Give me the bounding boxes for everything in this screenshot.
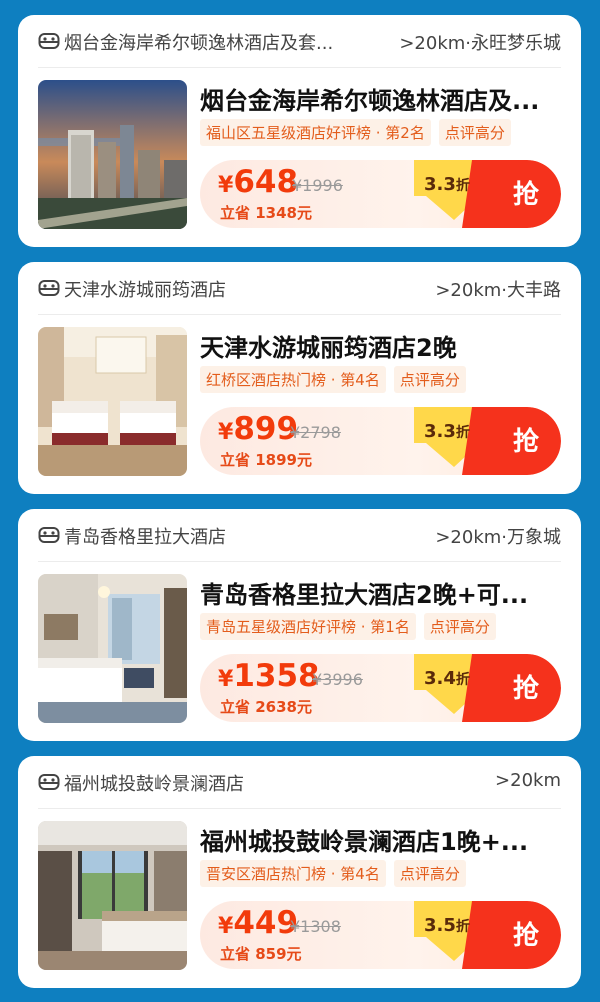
discount-grab-area[interactable]: 3.5折 抢 xyxy=(414,901,561,969)
review-tag: 点评高分 xyxy=(393,366,466,393)
hotel-title[interactable]: 青岛香格里拉大酒店2晚+可... xyxy=(200,575,562,610)
discount-grab-area[interactable]: 3.4折 抢 xyxy=(414,654,561,722)
hotel-card[interactable]: 天津水游城丽筠酒店 >20km·大丰路 天津水游城丽筠酒店2晚 红桥区酒店热门榜… xyxy=(18,262,581,494)
card-header[interactable]: 烟台金海岸希尔顿逸林酒店及套... >20km·永旺梦乐城 xyxy=(38,15,561,67)
grab-button[interactable]: 抢 xyxy=(513,668,539,705)
savings-text: 立省 859元 xyxy=(220,945,302,963)
card-header[interactable]: 青岛香格里拉大酒店 >20km·万象城 xyxy=(38,509,561,561)
review-tag: 点评高分 xyxy=(423,613,496,640)
price: ¥648 xyxy=(218,164,299,200)
savings-text: 立省 1899元 xyxy=(220,451,312,469)
hotel-name-header: 福州城投鼓岭景澜酒店 xyxy=(64,774,244,795)
discount-badge: 3.4折 xyxy=(424,668,470,689)
savings-text: 立省 1348元 xyxy=(220,204,312,222)
tag-row: 福山区五星级酒店好评榜 · 第2名 点评高分 xyxy=(200,119,519,146)
hotel-photo[interactable] xyxy=(38,574,187,723)
hotel-title[interactable]: 福州城投鼓岭景澜酒店1晚+... xyxy=(200,822,562,857)
hotel-bed-icon xyxy=(38,280,60,296)
discount-badge: 3.3折 xyxy=(424,174,470,195)
ranking-tag[interactable]: 晋安区酒店热门榜 · 第4名 xyxy=(200,860,386,887)
distance-location: >20km xyxy=(495,770,561,791)
hotel-title[interactable]: 烟台金海岸希尔顿逸林酒店及... xyxy=(200,81,562,116)
review-tag: 点评高分 xyxy=(438,119,511,146)
ranking-tag[interactable]: 青岛五星级酒店好评榜 · 第1名 xyxy=(200,613,416,640)
price: ¥449 xyxy=(218,905,299,941)
original-price: ¥1996 xyxy=(292,176,343,195)
tag-row: 晋安区酒店热门榜 · 第4名 点评高分 xyxy=(200,860,474,887)
grab-button[interactable]: 抢 xyxy=(513,915,539,952)
tag-row: 青岛五星级酒店好评榜 · 第1名 点评高分 xyxy=(200,613,504,640)
discount-grab-area[interactable]: 3.3折 抢 xyxy=(414,160,561,228)
ranking-tag[interactable]: 红桥区酒店热门榜 · 第4名 xyxy=(200,366,386,393)
ranking-tag[interactable]: 福山区五星级酒店好评榜 · 第2名 xyxy=(200,119,431,146)
hotel-bed-icon xyxy=(38,527,60,543)
distance-location: >20km·大丰路 xyxy=(435,280,561,301)
original-price: ¥3996 xyxy=(312,670,363,689)
hotel-card[interactable]: 烟台金海岸希尔顿逸林酒店及套... >20km·永旺梦乐城 烟台金海岸希尔顿逸林… xyxy=(18,15,581,247)
review-tag: 点评高分 xyxy=(393,860,466,887)
hotel-card[interactable]: 福州城投鼓岭景澜酒店 >20km 福州城投鼓岭景澜酒店1晚+... 晋安区酒店热… xyxy=(18,756,581,988)
original-price: ¥1308 xyxy=(290,917,341,936)
discount-grab-area[interactable]: 3.3折 抢 xyxy=(414,407,561,475)
hotel-deal-list: 烟台金海岸希尔顿逸林酒店及套... >20km·永旺梦乐城 烟台金海岸希尔顿逸林… xyxy=(0,0,600,1002)
divider xyxy=(38,314,561,315)
discount-badge: 3.3折 xyxy=(424,421,470,442)
divider xyxy=(38,67,561,68)
discount-badge: 3.5折 xyxy=(424,915,470,936)
price: ¥1358 xyxy=(218,658,320,694)
distance-location: >20km·永旺梦乐城 xyxy=(399,33,561,54)
savings-text: 立省 2638元 xyxy=(220,698,312,716)
hotel-title[interactable]: 天津水游城丽筠酒店2晚 xyxy=(200,328,562,363)
divider xyxy=(38,808,561,809)
card-header[interactable]: 天津水游城丽筠酒店 >20km·大丰路 xyxy=(38,262,561,314)
price: ¥899 xyxy=(218,411,299,447)
deal-bar[interactable]: ¥1358 ¥3996 立省 2638元 3.4折 抢 xyxy=(200,654,561,722)
hotel-name-header: 青岛香格里拉大酒店 xyxy=(64,527,226,548)
hotel-photo[interactable] xyxy=(38,821,187,970)
divider xyxy=(38,561,561,562)
deal-bar[interactable]: ¥449 ¥1308 立省 859元 3.5折 抢 xyxy=(200,901,561,969)
hotel-bed-icon xyxy=(38,774,60,790)
hotel-name-header: 烟台金海岸希尔顿逸林酒店及套... xyxy=(64,33,334,54)
deal-bar[interactable]: ¥899 ¥2798 立省 1899元 3.3折 抢 xyxy=(200,407,561,475)
hotel-photo[interactable] xyxy=(38,80,187,229)
hotel-card[interactable]: 青岛香格里拉大酒店 >20km·万象城 青岛香格里拉大酒店2晚+可... 青岛五… xyxy=(18,509,581,741)
grab-button[interactable]: 抢 xyxy=(513,421,539,458)
tag-row: 红桥区酒店热门榜 · 第4名 点评高分 xyxy=(200,366,474,393)
hotel-bed-icon xyxy=(38,33,60,49)
distance-location: >20km·万象城 xyxy=(435,527,561,548)
original-price: ¥2798 xyxy=(290,423,341,442)
grab-button[interactable]: 抢 xyxy=(513,174,539,211)
card-header[interactable]: 福州城投鼓岭景澜酒店 >20km xyxy=(38,756,561,808)
hotel-photo[interactable] xyxy=(38,327,187,476)
deal-bar[interactable]: ¥648 ¥1996 立省 1348元 3.3折 抢 xyxy=(200,160,561,228)
hotel-name-header: 天津水游城丽筠酒店 xyxy=(64,280,226,301)
